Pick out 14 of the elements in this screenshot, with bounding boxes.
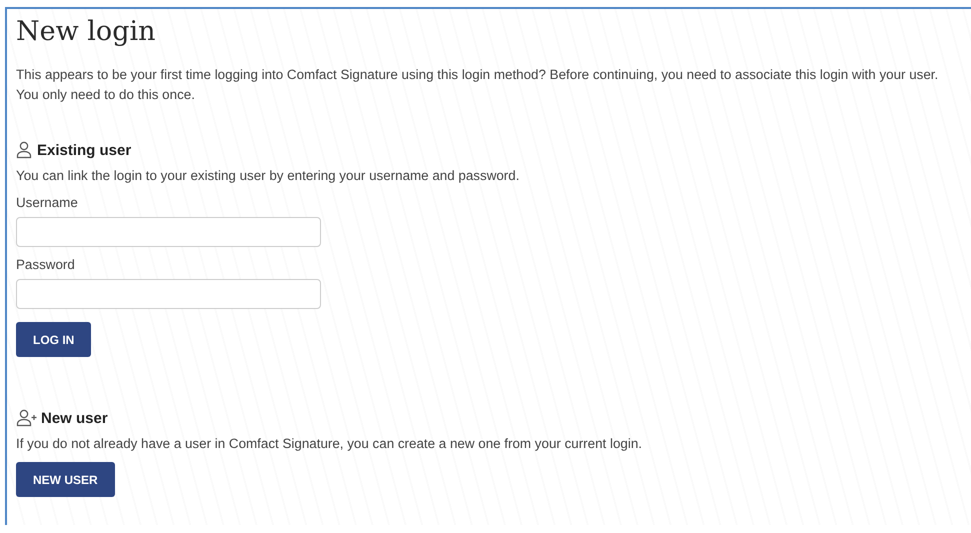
new-user-button[interactable]: NEW USER [16,462,115,497]
add-user-icon [16,409,38,427]
field-label: Username [16,195,79,210]
section-description: You can link the login to your existing user by entering your username and password. [16,167,520,185]
username-field[interactable] [16,217,321,247]
section-heading: New user [41,410,108,426]
section-description: If you do not already have a user in Comfact Signature, you can create a new one from your current login. [16,435,643,453]
user-icon [16,141,34,159]
login-button[interactable]: LOG IN [16,322,92,357]
password-field[interactable] [16,279,321,309]
field-label: Password [16,257,76,272]
intro-text: This appears to be your first time logging into Comfact Signature using this login method? Before continuing, you need to associate this login with your user. You only need to do this once. [16,66,940,104]
section-heading: Existing user [37,142,132,158]
page-title: New login [16,15,156,49]
